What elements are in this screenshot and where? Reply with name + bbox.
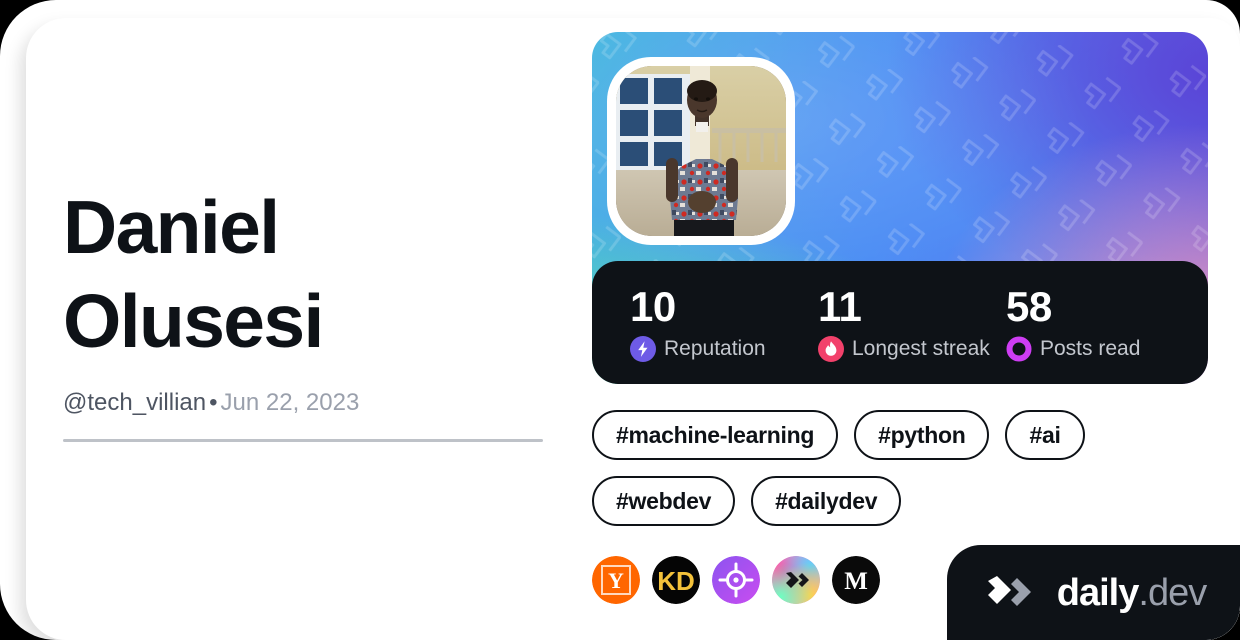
- brand-wordmark: daily.dev: [1056, 571, 1207, 614]
- stat-longest-streak: 11 Longest streak: [818, 282, 1006, 362]
- tag-list: #machine-learning #python #ai #webdev #d…: [592, 410, 1208, 526]
- medium-source-icon[interactable]: M: [832, 556, 880, 604]
- divider: [63, 439, 543, 442]
- stat-label-row: Longest streak: [818, 335, 1006, 362]
- avatar[interactable]: [607, 57, 795, 245]
- stats-bar: 10 Reputation 11 Longest streak 58 Posts…: [592, 261, 1208, 384]
- stat-label: Longest streak: [852, 336, 990, 360]
- profile-card: Daniel Olusesi @tech_villian • Jun 22, 202…: [0, 0, 1240, 640]
- crosshair-source-icon[interactable]: [712, 556, 760, 604]
- hacker-news-source-icon[interactable]: Y: [592, 556, 640, 604]
- tag-item[interactable]: #ai: [1005, 410, 1085, 460]
- reputation-bolt-icon: [630, 335, 656, 362]
- tag-item[interactable]: #webdev: [592, 476, 736, 526]
- dailydev-brand-badge: daily.dev: [947, 545, 1240, 640]
- streak-flame-icon: [818, 335, 844, 362]
- profile-banner: 10 Reputation 11 Longest streak 58 Posts…: [592, 32, 1208, 384]
- joined-date: Jun 22, 2023: [220, 389, 360, 416]
- kdnuggets-source-icon[interactable]: KD: [652, 556, 700, 604]
- brand-tld: .dev: [1138, 571, 1207, 614]
- stat-label: Posts read: [1040, 336, 1141, 360]
- svg-text:M: M: [844, 568, 868, 595]
- dailydev-logo-icon: [987, 575, 1031, 606]
- brand-name: daily: [1056, 571, 1140, 614]
- stat-value: 58: [1006, 282, 1052, 330]
- profile-identity-column: Daniel Olusesi @tech_villian • Jun 22, 202…: [63, 180, 553, 442]
- profile-handle: @tech_villian: [63, 389, 207, 416]
- dailydev-source-icon[interactable]: [772, 556, 820, 604]
- stat-label: Reputation: [664, 336, 766, 360]
- stat-value: 10: [630, 282, 676, 330]
- tag-item[interactable]: #python: [854, 410, 990, 460]
- profile-meta-row: @tech_villian • Jun 22, 2023: [63, 388, 553, 418]
- tag-item[interactable]: #machine-learning: [592, 410, 839, 460]
- stat-label-row: Reputation: [630, 335, 818, 362]
- stat-reputation: 10 Reputation: [630, 282, 818, 362]
- stat-label-row: Posts read: [1006, 336, 1140, 362]
- tag-item[interactable]: #dailydev: [751, 476, 902, 526]
- posts-read-ring-icon: [1006, 336, 1032, 361]
- stat-posts-read: 58 Posts read: [1006, 282, 1140, 362]
- page-title: Daniel Olusesi: [63, 185, 324, 363]
- meta-separator: •: [209, 389, 218, 416]
- svg-text:KD: KD: [657, 566, 695, 596]
- avatar-photo: [616, 66, 786, 236]
- stat-value: 11: [818, 282, 862, 330]
- svg-text:Y: Y: [608, 568, 624, 593]
- profile-details-column: 10 Reputation 11 Longest streak 58 Posts…: [592, 32, 1208, 604]
